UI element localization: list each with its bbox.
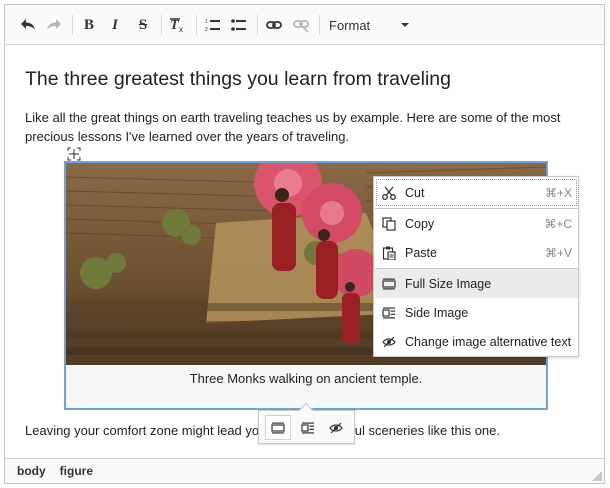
- figure-drag-handle-icon[interactable]: [67, 147, 81, 161]
- menu-item-copy[interactable]: Copy ⌘+C: [375, 209, 578, 238]
- format-dropdown[interactable]: Format: [323, 12, 415, 38]
- strikethrough-button[interactable]: S: [130, 12, 156, 38]
- bold-button[interactable]: B: [76, 12, 102, 38]
- alt-text-icon: [329, 422, 343, 433]
- resize-grip-icon[interactable]: [592, 471, 602, 481]
- numbered-list-button[interactable]: 1 2: [200, 12, 226, 38]
- editor-toolbar: B I S T x 1 2 Format: [5, 5, 604, 45]
- path-item-figure[interactable]: figure: [60, 464, 93, 478]
- menu-item-label: Cut: [405, 185, 425, 200]
- svg-text:1: 1: [205, 19, 208, 25]
- path-item-body[interactable]: body: [17, 464, 46, 478]
- rich-text-editor: B I S T x 1 2 Format The three greatest …: [4, 4, 605, 484]
- redo-icon: [47, 19, 61, 30]
- unlink-button[interactable]: [288, 12, 314, 38]
- bold-icon: B: [83, 16, 94, 33]
- menu-item-change-alt-text[interactable]: Change image alternative text: [375, 327, 578, 356]
- italic-button[interactable]: I: [102, 12, 128, 38]
- menu-item-side-image[interactable]: Side Image: [375, 298, 578, 327]
- paragraph-end: ful sceneries like this one.: [351, 423, 500, 438]
- alt-text-button[interactable]: [323, 415, 349, 440]
- toolbar-separator: [319, 15, 320, 35]
- menu-item-cut[interactable]: Cut ⌘+X: [375, 178, 578, 207]
- element-path-bar: body figure: [5, 458, 604, 483]
- image-balloon-toolbar: [258, 402, 355, 444]
- context-menu: Cut ⌘+X Copy ⌘+C Paste ⌘+V Full Size Ima…: [373, 176, 579, 357]
- link-button[interactable]: [261, 12, 287, 38]
- full-size-image-icon: [271, 422, 285, 433]
- remove-format-button[interactable]: T x: [165, 12, 191, 38]
- full-size-image-button[interactable]: [265, 415, 291, 440]
- toolbar-separator: [72, 15, 73, 35]
- toolbar-separator: [196, 15, 197, 35]
- menu-item-label: Copy: [405, 216, 435, 231]
- link-icon: [266, 21, 282, 29]
- editor-content[interactable]: The three greatest things you learn from…: [5, 46, 604, 458]
- menu-item-label: Side Image: [405, 305, 469, 320]
- side-image-button[interactable]: [295, 415, 321, 440]
- redo-button[interactable]: [41, 12, 67, 38]
- side-image-icon: [301, 422, 314, 433]
- numbered-list-icon: 1 2: [205, 19, 220, 32]
- menu-item-shortcut: ⌘+V: [544, 245, 572, 260]
- toolbar-separator: [161, 15, 162, 35]
- menu-item-label: Full Size Image: [405, 276, 492, 291]
- bulleted-list-icon: [231, 19, 246, 31]
- copy-icon: [381, 216, 397, 232]
- toolbar-separator: [257, 15, 258, 35]
- menu-item-paste[interactable]: Paste ⌘+V: [375, 238, 578, 267]
- document-title: The three greatest things you learn from…: [25, 68, 451, 90]
- scissors-icon: [381, 185, 397, 201]
- paste-icon: [381, 245, 397, 261]
- alt-text-icon: [381, 334, 397, 350]
- menu-item-full-size-image[interactable]: Full Size Image: [375, 269, 578, 298]
- menu-item-label: Paste: [405, 245, 437, 260]
- italic-icon: I: [112, 16, 118, 33]
- unlink-icon: [293, 20, 309, 32]
- svg-text:x: x: [179, 25, 183, 33]
- menu-item-shortcut: ⌘+X: [544, 185, 572, 200]
- paragraph: Like all the great things on earth trave…: [25, 110, 561, 144]
- menu-item-shortcut: ⌘+C: [544, 216, 572, 231]
- undo-button[interactable]: [15, 12, 41, 38]
- full-size-image-icon: [381, 276, 397, 292]
- undo-icon: [21, 19, 35, 30]
- format-dropdown-label: Format: [329, 17, 371, 33]
- svg-text:2: 2: [205, 27, 208, 32]
- chevron-down-icon: [401, 23, 409, 27]
- side-image-icon: [381, 305, 397, 321]
- paragraph-start: Leaving your comfort zone might lead yo: [25, 423, 260, 438]
- bulleted-list-button[interactable]: [226, 12, 252, 38]
- figure-caption[interactable]: Three Monks walking on ancient temple.: [66, 371, 546, 386]
- strikethrough-icon: S: [138, 16, 148, 33]
- remove-format-icon: T x: [170, 18, 183, 33]
- menu-item-label: Change image alternative text: [405, 334, 572, 349]
